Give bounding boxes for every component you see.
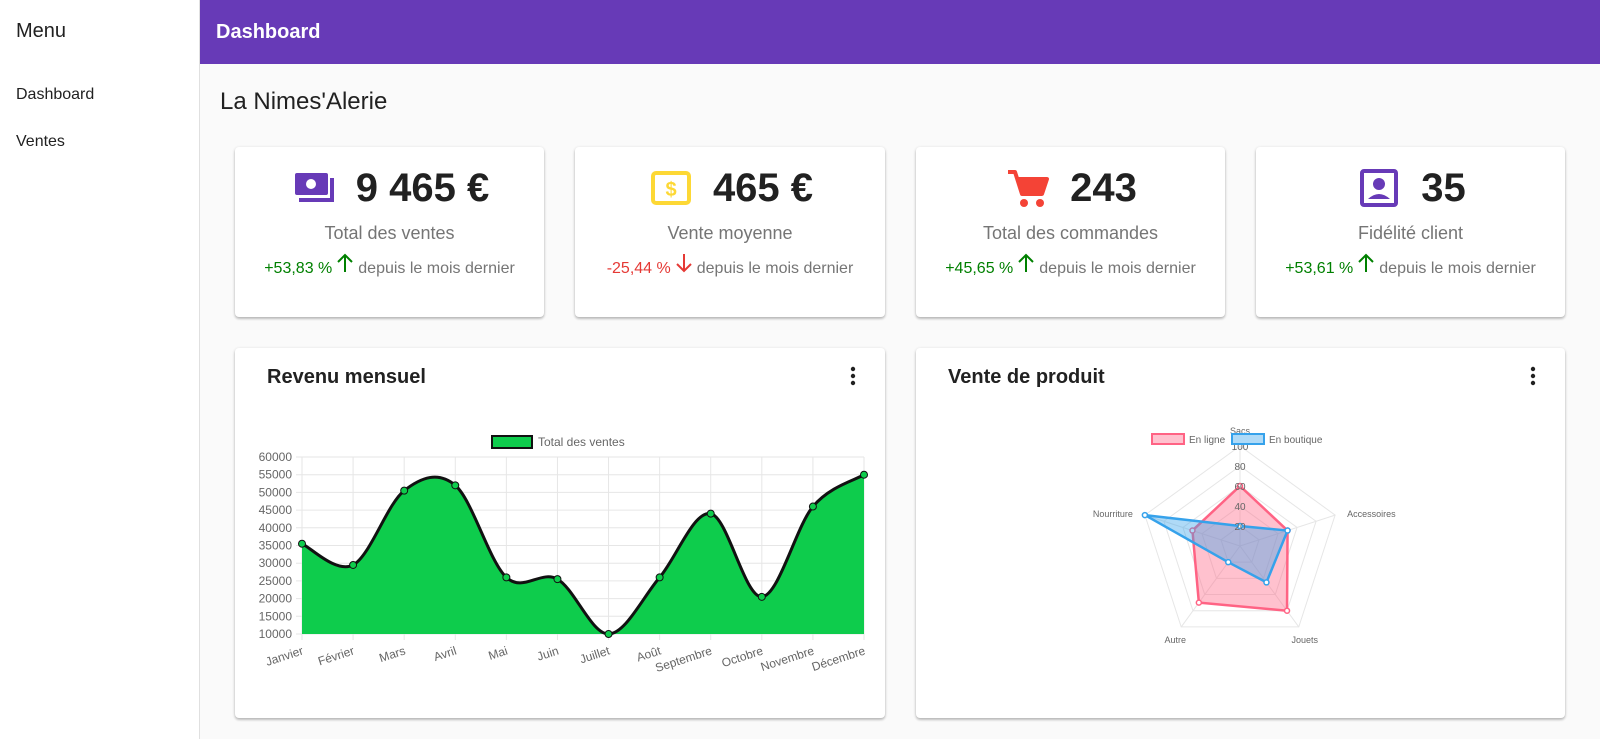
x-tick-label: Juillet [578,643,612,666]
arrow-up-icon [1017,253,1035,273]
cart-icon [1004,166,1052,210]
y-tick-label: 15000 [259,609,293,623]
data-point [706,509,715,518]
product-sales-card: Vente de produit 20 40 60 80 100 Sacs Accessoi… [916,348,1565,718]
y-tick-label: 10000 [259,627,293,641]
radar-axis-label: Accessoires [1347,509,1396,519]
radar-point [1283,607,1291,614]
stat-card-average-sale: $ 465 € Vente moyenne -25,44 % depuis le… [575,147,885,317]
sidebar: Menu Dashboard Ventes [0,0,200,739]
stat-card-total-orders: 243 Total des commandes +45,65 % depuis … [916,147,1225,317]
change-percent: +53,83 % [264,260,333,277]
data-point [604,630,613,638]
y-tick-label: 45000 [259,503,293,517]
sidebar-item-dashboard[interactable]: Dashboard [16,86,94,104]
y-tick-label: 55000 [259,468,293,482]
stat-change: +53,83 % depuis le mois dernier [235,253,544,279]
arrow-up-icon [1357,253,1375,273]
radar-point [1224,558,1232,566]
x-tick-label: Janvier [264,644,305,669]
radar-axis-label: Autre [1164,635,1186,645]
legend-label: Total des ventes [538,435,625,449]
radar-tick-label: 20 [1234,522,1246,533]
arrow-up-icon [336,253,354,273]
radar-axis-label: Nourriture [1093,509,1133,519]
stat-label: Fidélité client [1357,223,1464,243]
svg-text:$: $ [665,179,676,201]
data-point [808,502,817,511]
legend-label: En ligne [1189,435,1226,446]
radar-tick-label: 80 [1234,462,1246,473]
x-tick-label: Septembre [653,643,713,675]
x-tick-label: Octobre [720,643,765,670]
change-suffix: depuis le mois dernier [1039,260,1196,277]
y-tick-label: 20000 [259,592,293,606]
stat-change: +53,61 % depuis le mois dernier [1256,253,1565,279]
radar-point [1195,599,1203,606]
stat-value: 243 [1070,165,1137,210]
app-bar: Dashboard [200,0,1600,64]
data-point [860,470,868,479]
stat-change: -25,44 % depuis le mois dernier [575,254,885,279]
x-tick-label: Mai [487,644,510,663]
product-radar-chart: 20406080100SacsAccessoiresJouetsAutreNou… [1093,426,1396,645]
change-suffix: depuis le mois dernier [1379,260,1536,277]
stat-label: Vente moyenne [667,223,793,243]
x-tick-label: Décembre [810,643,867,674]
data-point [502,573,511,582]
stat-value: 9 465 € [355,165,490,210]
y-tick-label: 40000 [259,521,293,535]
legend-swatch [1151,433,1185,445]
sidebar-item-ventes[interactable]: Ventes [16,133,65,151]
data-point [553,575,562,584]
revenue-line-chart: 10000 15000 20000 25000 30000 35000 40000 45000… [259,435,868,675]
shop-name-heading: La Nimes'Alerie [220,88,388,115]
radar-tick-label: 40 [1234,502,1246,513]
legend-swatch [491,435,533,449]
stat-label: Total des commandes [982,223,1159,243]
page-title: Dashboard [216,21,321,43]
radar-axis-label: Jouets [1292,635,1319,645]
money-icon [290,166,338,210]
menu-title: Menu [16,20,67,42]
data-point [655,573,664,582]
stat-label: Total des ventes [324,223,455,243]
y-tick-label: 35000 [259,539,293,553]
x-tick-label: Mars [377,644,407,666]
data-point [757,592,766,601]
x-tick-label: Avril [432,644,458,664]
y-tick-label: 60000 [259,450,293,464]
data-point [400,486,409,495]
change-percent: -25,44 % [606,260,671,277]
radar-tick-label: 60 [1234,482,1246,493]
radar-point [1263,579,1270,586]
x-tick-label: Juin [535,644,560,664]
legend-label: En boutique [1269,435,1323,446]
stat-card-total-sales: 9 465 € Total des ventes +53,83 % depuis… [235,147,544,317]
dollar-icon: $ [647,166,695,210]
account-box-icon [1355,166,1403,210]
x-tick-label: Novembre [759,643,816,674]
stat-value: 465 € [712,165,814,210]
radar-point [1141,511,1149,519]
legend-swatch [1231,433,1265,445]
stat-card-customer-loyalty: 35 Fidélité client +53,61 % depuis le mo… [1256,147,1565,317]
arrow-down-icon [675,253,693,273]
stat-value: 35 [1421,165,1466,210]
change-suffix: depuis le mois dernier [358,260,515,277]
change-suffix: depuis le mois dernier [696,260,854,277]
revenue-chart-card: Revenu mensuel 10000 15000 20000 25000 30000… [235,348,885,718]
y-tick-label: 25000 [259,574,293,588]
y-tick-label: 50000 [259,485,293,499]
change-percent: +45,65 % [945,260,1014,277]
y-tick-label: 30000 [259,556,293,570]
change-percent: +53,61 % [1285,260,1354,277]
x-tick-label: Février [316,644,356,669]
data-point [298,539,306,548]
radar-point [1284,527,1291,534]
data-point [349,560,358,569]
data-point [451,481,460,490]
stat-change: +45,65 % depuis le mois dernier [916,253,1225,279]
